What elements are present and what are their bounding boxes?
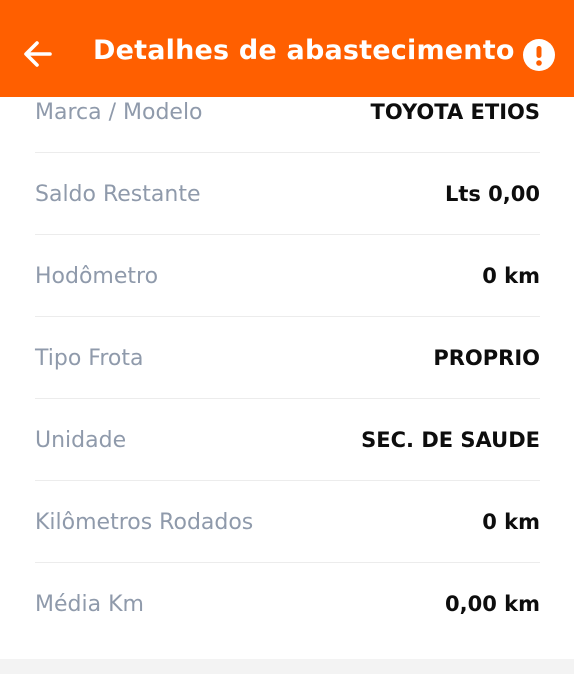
detail-label: Tipo Frota — [35, 346, 144, 371]
arrow-left-icon — [24, 41, 52, 67]
detail-value: PROPRIO — [433, 346, 540, 370]
row-divider — [35, 480, 540, 481]
detail-label: Marca / Modelo — [35, 100, 203, 125]
exclamation-circle-icon — [536, 46, 542, 66]
detail-label: Média Km — [35, 592, 144, 617]
detail-row-saldo-restante: Saldo Restante Lts 0,00 — [35, 182, 540, 264]
detail-label: Saldo Restante — [35, 182, 201, 207]
detail-value: Lts 0,00 — [444, 182, 540, 206]
bottom-bar — [0, 659, 574, 674]
detail-row-kilometros-rodados: Kilômetros Rodados 0 km — [35, 510, 540, 592]
row-divider — [35, 234, 540, 235]
details-list: Marca / Modelo TOYOTA ETIOS Saldo Restan… — [0, 97, 574, 659]
detail-row-tipo-frota: Tipo Frota PROPRIO — [35, 346, 540, 428]
detail-value: 0 km — [482, 264, 540, 288]
row-divider — [35, 562, 540, 563]
alert-button[interactable] — [523, 39, 555, 71]
row-divider — [35, 316, 540, 317]
detail-row-marca-modelo: Marca / Modelo TOYOTA ETIOS — [35, 100, 540, 182]
detail-row-hodometro: Hodômetro 0 km — [35, 264, 540, 346]
detail-label: Unidade — [35, 428, 127, 453]
app-header: Detalhes de abastecimento — [0, 0, 574, 97]
detail-label: Hodômetro — [35, 264, 159, 289]
row-divider — [35, 398, 540, 399]
detail-value: 0,00 km — [445, 592, 540, 616]
detail-row-unidade: Unidade SEC. DE SAUDE — [35, 428, 540, 510]
back-button[interactable] — [22, 36, 54, 72]
detail-value: 0 km — [482, 510, 540, 534]
detail-value: TOYOTA ETIOS — [370, 100, 540, 124]
detail-label: Kilômetros Rodados — [35, 510, 254, 535]
detail-value: SEC. DE SAUDE — [361, 428, 540, 452]
row-divider — [35, 152, 540, 153]
page-title: Detalhes de abastecimento — [93, 35, 515, 66]
